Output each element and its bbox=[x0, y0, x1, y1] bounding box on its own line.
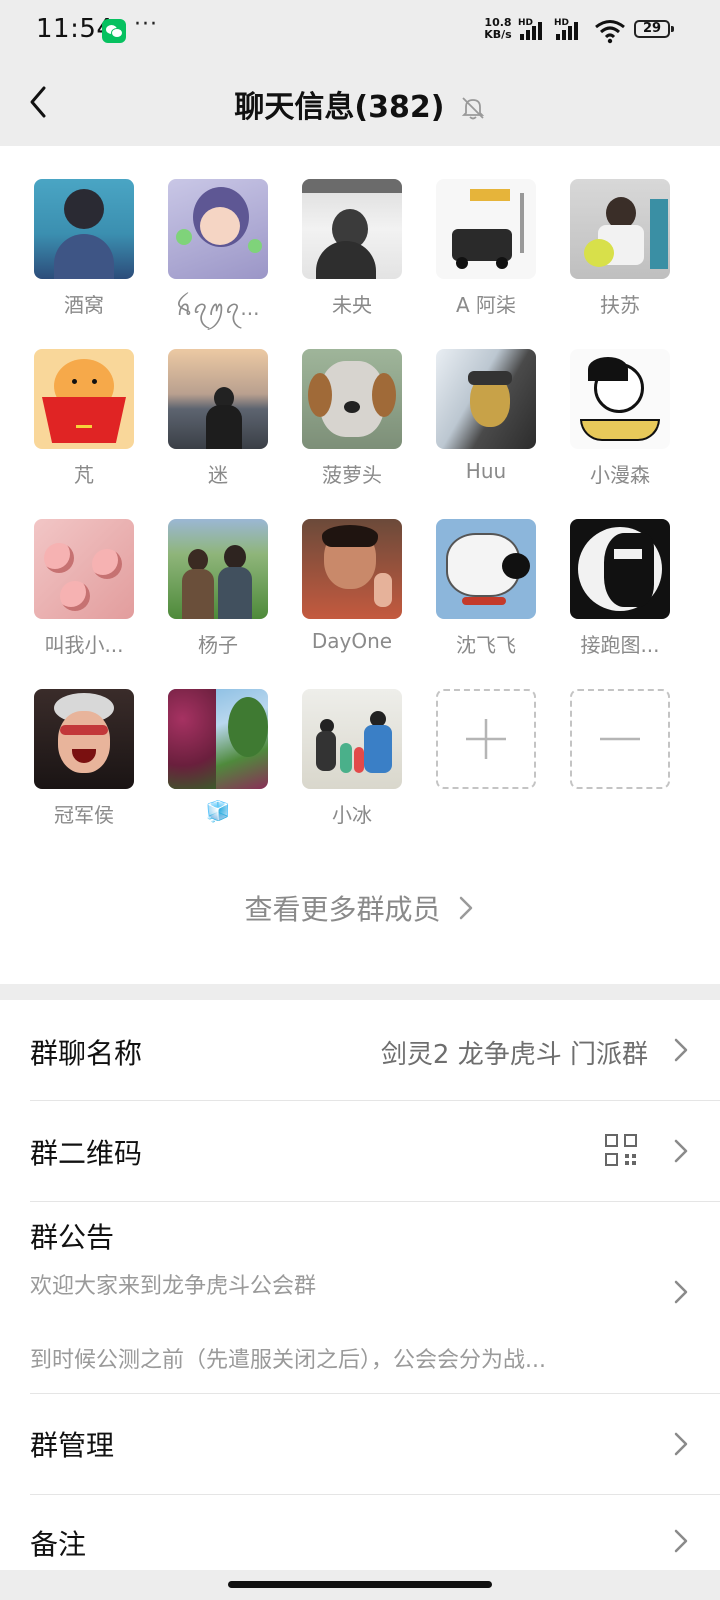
member-name: 酒窝 bbox=[64, 293, 104, 317]
group-notice-row[interactable]: 群公告 欢迎大家来到龙争虎斗公会群 到时候公测之前（先遣服关闭之后），公会会分为… bbox=[0, 1202, 720, 1392]
member-item[interactable]: 🧊 bbox=[163, 689, 273, 823]
more-notifications-icon: ··· bbox=[134, 12, 158, 37]
member-avatar bbox=[34, 519, 134, 619]
group-manage-label: 群管理 bbox=[30, 1429, 115, 1462]
member-avatar bbox=[34, 689, 134, 789]
member-name: 芃 bbox=[74, 463, 94, 487]
hd-label: HD bbox=[554, 18, 570, 28]
status-bar: 11:54 ··· 10.8 KB/s HD HD 29 bbox=[0, 0, 720, 60]
battery-indicator: 29 bbox=[634, 20, 674, 38]
member-item[interactable]: 杨子 bbox=[163, 519, 273, 658]
member-avatar bbox=[302, 689, 402, 789]
group-notice-preview-line-2: 到时候公测之前（先遣服关闭之后），公会会分为战... bbox=[30, 1348, 546, 1373]
page-title: 聊天信息(382) bbox=[234, 90, 445, 125]
member-name: 迷 bbox=[208, 463, 228, 487]
add-member-tile bbox=[436, 689, 536, 789]
member-avatar bbox=[436, 519, 536, 619]
chevron-right-icon bbox=[674, 1038, 688, 1062]
member-avatar bbox=[302, 349, 402, 449]
member-name: 未央 bbox=[332, 293, 372, 317]
member-avatar bbox=[34, 179, 134, 279]
chevron-right-icon bbox=[674, 1432, 688, 1456]
home-indicator[interactable] bbox=[228, 1581, 492, 1588]
member-name: ꫝꪖꪑꪖ... bbox=[176, 296, 260, 320]
qr-code-icon bbox=[605, 1134, 637, 1166]
group-qr-code-label: 群二维码 bbox=[30, 1137, 143, 1170]
hd-label: HD bbox=[518, 18, 534, 28]
member-item[interactable]: 冠军侯 bbox=[29, 689, 139, 828]
member-name: 菠萝头 bbox=[322, 463, 382, 487]
member-name: 沈飞飞 bbox=[456, 633, 516, 657]
member-name: 叫我小... bbox=[44, 633, 124, 657]
member-item[interactable]: 未央 bbox=[297, 179, 407, 318]
member-name: 接跑图... bbox=[580, 633, 660, 657]
member-item[interactable]: 酒窝 bbox=[29, 179, 139, 318]
network-speed: 10.8 KB/s bbox=[480, 17, 516, 41]
network-speed-unit: KB/s bbox=[484, 28, 512, 41]
member-item[interactable]: 小漫森 bbox=[565, 349, 675, 488]
signal-2-icon: HD bbox=[554, 18, 590, 44]
remove-member-button[interactable] bbox=[565, 689, 675, 789]
member-avatar bbox=[168, 179, 268, 279]
member-name: 冠军侯 bbox=[54, 803, 114, 827]
chevron-right-icon bbox=[460, 896, 473, 920]
chevron-right-icon bbox=[674, 1280, 688, 1304]
member-item[interactable]: 小冰 bbox=[297, 689, 407, 828]
member-item[interactable]: 扶苏 bbox=[565, 179, 675, 318]
member-avatar bbox=[570, 519, 670, 619]
member-item[interactable]: A 阿柒 bbox=[431, 179, 541, 318]
member-grid: 酒窝 ꫝꪖꪑꪖ... 未央 A 阿柒 扶苏 芃 迷 菠萝头 Huu 小漫森 叫我… bbox=[0, 146, 720, 984]
group-notice-preview-line-1: 欢迎大家来到龙争虎斗公会群 bbox=[30, 1274, 317, 1299]
member-name: 扶苏 bbox=[600, 293, 640, 317]
group-name-label: 群聊名称 bbox=[30, 1037, 143, 1070]
remove-member-tile bbox=[570, 689, 670, 789]
member-name: Huu bbox=[465, 459, 507, 483]
group-manage-row[interactable]: 群管理 bbox=[0, 1394, 720, 1494]
member-name: A 阿柒 bbox=[455, 293, 517, 317]
group-name-value: 剑灵2 龙争虎斗 门派群 bbox=[380, 1040, 648, 1070]
settings-list: 群聊名称 剑灵2 龙争虎斗 门派群 群二维码 群公告 欢迎大家来到龙争虎斗公会群… bbox=[0, 1000, 720, 1570]
member-item[interactable]: 沈飞飞 bbox=[431, 519, 541, 658]
member-name: 小漫森 bbox=[590, 463, 650, 487]
group-notice-label: 群公告 bbox=[30, 1221, 115, 1254]
wechat-notification-icon bbox=[102, 19, 126, 43]
member-item[interactable]: ꫝꪖꪑꪖ... bbox=[163, 179, 273, 331]
member-avatar bbox=[168, 349, 268, 449]
member-item[interactable]: 菠萝头 bbox=[297, 349, 407, 488]
member-item[interactable]: Huu bbox=[431, 349, 541, 483]
member-avatar bbox=[436, 349, 536, 449]
member-avatar bbox=[168, 519, 268, 619]
member-avatar bbox=[436, 179, 536, 279]
add-member-button[interactable] bbox=[431, 689, 541, 789]
nav-bar: 聊天信息(382) bbox=[0, 60, 720, 146]
member-item[interactable]: 迷 bbox=[163, 349, 273, 488]
group-name-row[interactable]: 群聊名称 剑灵2 龙争虎斗 门派群 bbox=[0, 1000, 720, 1100]
member-name: 杨子 bbox=[198, 633, 238, 657]
group-qr-code-row[interactable]: 群二维码 bbox=[0, 1101, 720, 1201]
member-name: 小冰 bbox=[332, 803, 372, 827]
member-item[interactable]: 接跑图... bbox=[565, 519, 675, 658]
muted-bell-icon bbox=[461, 97, 484, 120]
signal-1-icon: HD bbox=[518, 18, 554, 44]
member-avatar bbox=[34, 349, 134, 449]
member-avatar bbox=[570, 349, 670, 449]
remark-label: 备注 bbox=[30, 1528, 87, 1561]
member-name: DayOne bbox=[311, 629, 393, 653]
member-name: 🧊 bbox=[205, 799, 231, 823]
member-item[interactable]: DayOne bbox=[297, 519, 407, 653]
wifi-icon bbox=[595, 20, 625, 44]
plus-icon bbox=[466, 719, 506, 759]
member-avatar bbox=[302, 179, 402, 279]
see-more-label: 查看更多群成员 bbox=[244, 893, 441, 926]
member-item[interactable]: 叫我小... bbox=[29, 519, 139, 658]
minus-icon bbox=[600, 737, 640, 741]
member-avatar bbox=[168, 689, 268, 789]
member-avatar bbox=[570, 179, 670, 279]
see-more-members-link[interactable]: 查看更多群成员 bbox=[0, 888, 720, 928]
member-item[interactable]: 芃 bbox=[29, 349, 139, 488]
chevron-right-icon bbox=[674, 1139, 688, 1163]
chevron-right-icon bbox=[674, 1529, 688, 1553]
remark-row[interactable]: 备注 bbox=[0, 1495, 720, 1575]
member-avatar bbox=[302, 519, 402, 619]
